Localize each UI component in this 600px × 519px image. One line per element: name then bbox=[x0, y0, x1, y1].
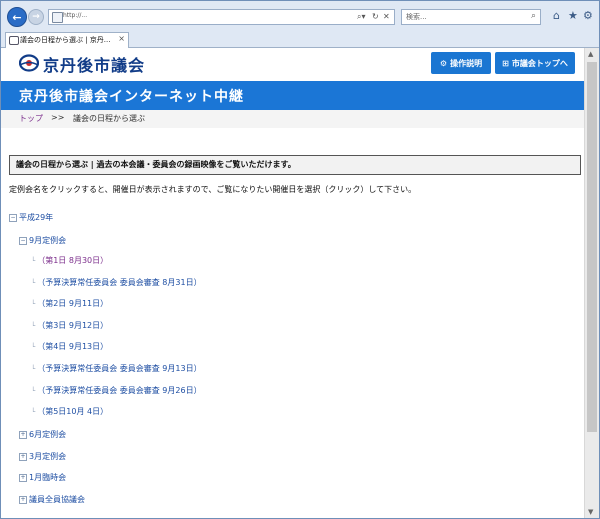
council-top-button-label: 市議会トップへ bbox=[511, 58, 568, 68]
expand-icon[interactable]: + bbox=[19, 431, 27, 439]
search-box[interactable]: 検索... ⌕ bbox=[401, 9, 541, 25]
day-link[interactable]: （予算決算常任委員会 委員会審査 8月31日） bbox=[37, 278, 201, 287]
stop-icon[interactable]: ✕ bbox=[383, 12, 390, 21]
refresh-icon[interactable]: ↻ bbox=[372, 12, 379, 21]
help-button-label: 操作説明 bbox=[450, 58, 483, 68]
tree-day[interactable]: └ （第5日10月 4日） bbox=[31, 406, 108, 417]
tab-strip: 議会の日程から選ぶ | 京丹... × bbox=[1, 31, 599, 48]
day-link[interactable]: （第1日 8月30日） bbox=[37, 256, 108, 265]
tab-title: 議会の日程から選ぶ | 京丹... bbox=[20, 36, 111, 44]
tree-elbow-icon: └ bbox=[31, 279, 36, 287]
collapse-icon[interactable]: − bbox=[19, 237, 27, 245]
vertical-scrollbar[interactable]: ▲ ▼ bbox=[584, 48, 599, 518]
hierarchy-icon: ⊞ bbox=[502, 58, 509, 68]
day-link[interactable]: （予算決算常任委員会 委員会審査 9月26日） bbox=[37, 386, 201, 395]
session-label[interactable]: 9月定例会 bbox=[29, 236, 66, 245]
scroll-down-icon[interactable]: ▼ bbox=[588, 508, 593, 516]
tree-session-open[interactable]: −9月定例会 bbox=[19, 235, 66, 246]
tree-day[interactable]: └ （予算決算常任委員会 委員会審査 9月13日） bbox=[31, 363, 202, 374]
forward-button[interactable]: → bbox=[28, 9, 44, 25]
day-link[interactable]: （第4日 9月13日） bbox=[37, 342, 108, 351]
help-button[interactable]: ⚙ 操作説明 bbox=[431, 52, 491, 74]
expand-icon[interactable]: + bbox=[19, 474, 27, 482]
page-content: 京丹後市議会 ⚙ 操作説明 ⊞ 市議会トップへ 京丹後市議会インターネット中継 … bbox=[1, 48, 584, 518]
gear-icon: ⚙ bbox=[439, 58, 448, 68]
tree-day[interactable]: └ （予算決算常任委員会 委員会審査 8月31日） bbox=[31, 277, 202, 288]
day-link[interactable]: （第3日 9月12日） bbox=[37, 321, 108, 330]
breadcrumb: トップ >> 議会の日程から選ぶ bbox=[1, 110, 584, 128]
expand-icon[interactable]: + bbox=[19, 453, 27, 461]
tree-elbow-icon: └ bbox=[31, 343, 36, 351]
banner-title: 京丹後市議会インターネット中継 bbox=[19, 89, 244, 105]
tree-day[interactable]: └ （第4日 9月13日） bbox=[31, 341, 108, 352]
back-button[interactable]: ← bbox=[7, 7, 27, 27]
breadcrumb-separator: >> bbox=[51, 113, 65, 122]
day-link[interactable]: （第2日 9月11日） bbox=[37, 299, 108, 308]
tree-elbow-icon: └ bbox=[31, 300, 36, 308]
search-placeholder: 検索... bbox=[406, 13, 427, 21]
breadcrumb-home-link[interactable]: トップ bbox=[19, 113, 43, 124]
collapse-icon[interactable]: − bbox=[9, 214, 17, 222]
address-bar-area: ← → http://... ⌕▾ ↻ ✕ 検索... ⌕ ⌂ ★ ⚙ bbox=[1, 1, 599, 32]
favorites-star-icon[interactable]: ★ bbox=[568, 9, 578, 22]
tree-year[interactable]: − 平成29年 bbox=[9, 212, 53, 223]
tab-close-icon[interactable]: × bbox=[118, 34, 125, 43]
search-dropdown-icon[interactable]: ⌕▾ bbox=[357, 12, 366, 22]
tree-elbow-icon: └ bbox=[31, 257, 36, 265]
browser-window: ← → http://... ⌕▾ ↻ ✕ 検索... ⌕ ⌂ ★ ⚙ 議会の日… bbox=[0, 0, 600, 519]
session-label[interactable]: 3月定例会 bbox=[29, 452, 66, 461]
tree-session[interactable]: +3月定例会 bbox=[19, 451, 66, 462]
scrollbar-thumb[interactable] bbox=[587, 62, 597, 432]
site-banner: 京丹後市議会インターネット中継 bbox=[1, 81, 584, 110]
tab-active[interactable]: 議会の日程から選ぶ | 京丹... × bbox=[5, 32, 129, 48]
intro-text: 定例会名をクリックすると、開催日が表示されますので、ご覧になりたい開催日を選択（… bbox=[9, 185, 417, 194]
breadcrumb-current: 議会の日程から選ぶ bbox=[73, 114, 145, 123]
session-label[interactable]: 議員全員協議会 bbox=[29, 495, 85, 504]
expand-icon[interactable]: + bbox=[19, 496, 27, 504]
tree-elbow-icon: └ bbox=[31, 365, 36, 373]
home-icon[interactable]: ⌂ bbox=[553, 9, 560, 22]
tree-year-label[interactable]: 平成29年 bbox=[19, 213, 53, 222]
site-logo-text[interactable]: 京丹後市議会 bbox=[43, 52, 145, 76]
session-label[interactable]: 1月臨時会 bbox=[29, 473, 66, 482]
url-text: http://... bbox=[63, 12, 88, 19]
city-emblem-icon bbox=[19, 54, 39, 72]
page-notice: 議会の日程から選ぶ | 過去の本会議・委員会の録画映像をご覧いただけます。 bbox=[9, 155, 581, 175]
tree-session[interactable]: +1月臨時会 bbox=[19, 472, 66, 483]
tree-day[interactable]: └ （第3日 9月12日） bbox=[31, 320, 108, 331]
site-header: 京丹後市議会 ⚙ 操作説明 ⊞ 市議会トップへ bbox=[1, 48, 584, 80]
search-icon[interactable]: ⌕ bbox=[531, 11, 536, 21]
tree-elbow-icon: └ bbox=[31, 387, 36, 395]
settings-gear-icon[interactable]: ⚙ bbox=[583, 9, 593, 22]
day-link[interactable]: （予算決算常任委員会 委員会審査 9月13日） bbox=[37, 364, 201, 373]
day-link[interactable]: （第5日10月 4日） bbox=[37, 407, 108, 416]
site-icon bbox=[52, 12, 63, 23]
tree-day[interactable]: └ （予算決算常任委員会 委員会審査 9月26日） bbox=[31, 385, 202, 396]
tree-day[interactable]: └ （第2日 9月11日） bbox=[31, 298, 108, 309]
council-top-button[interactable]: ⊞ 市議会トップへ bbox=[495, 52, 575, 74]
tree-day[interactable]: └ （第1日 8月30日） bbox=[31, 255, 108, 266]
session-label[interactable]: 6月定例会 bbox=[29, 430, 66, 439]
notice-text: 議会の日程から選ぶ | 過去の本会議・委員会の録画映像をご覧いただけます。 bbox=[16, 160, 296, 169]
tree-session[interactable]: + 議員全員協議会 bbox=[19, 494, 85, 505]
tab-favicon-icon bbox=[9, 36, 19, 45]
tree-session[interactable]: +6月定例会 bbox=[19, 429, 66, 440]
url-field[interactable]: http://... ⌕▾ ↻ ✕ bbox=[48, 9, 395, 25]
scroll-up-icon[interactable]: ▲ bbox=[588, 50, 593, 58]
tree-elbow-icon: └ bbox=[31, 408, 36, 416]
tree-elbow-icon: └ bbox=[31, 322, 36, 330]
